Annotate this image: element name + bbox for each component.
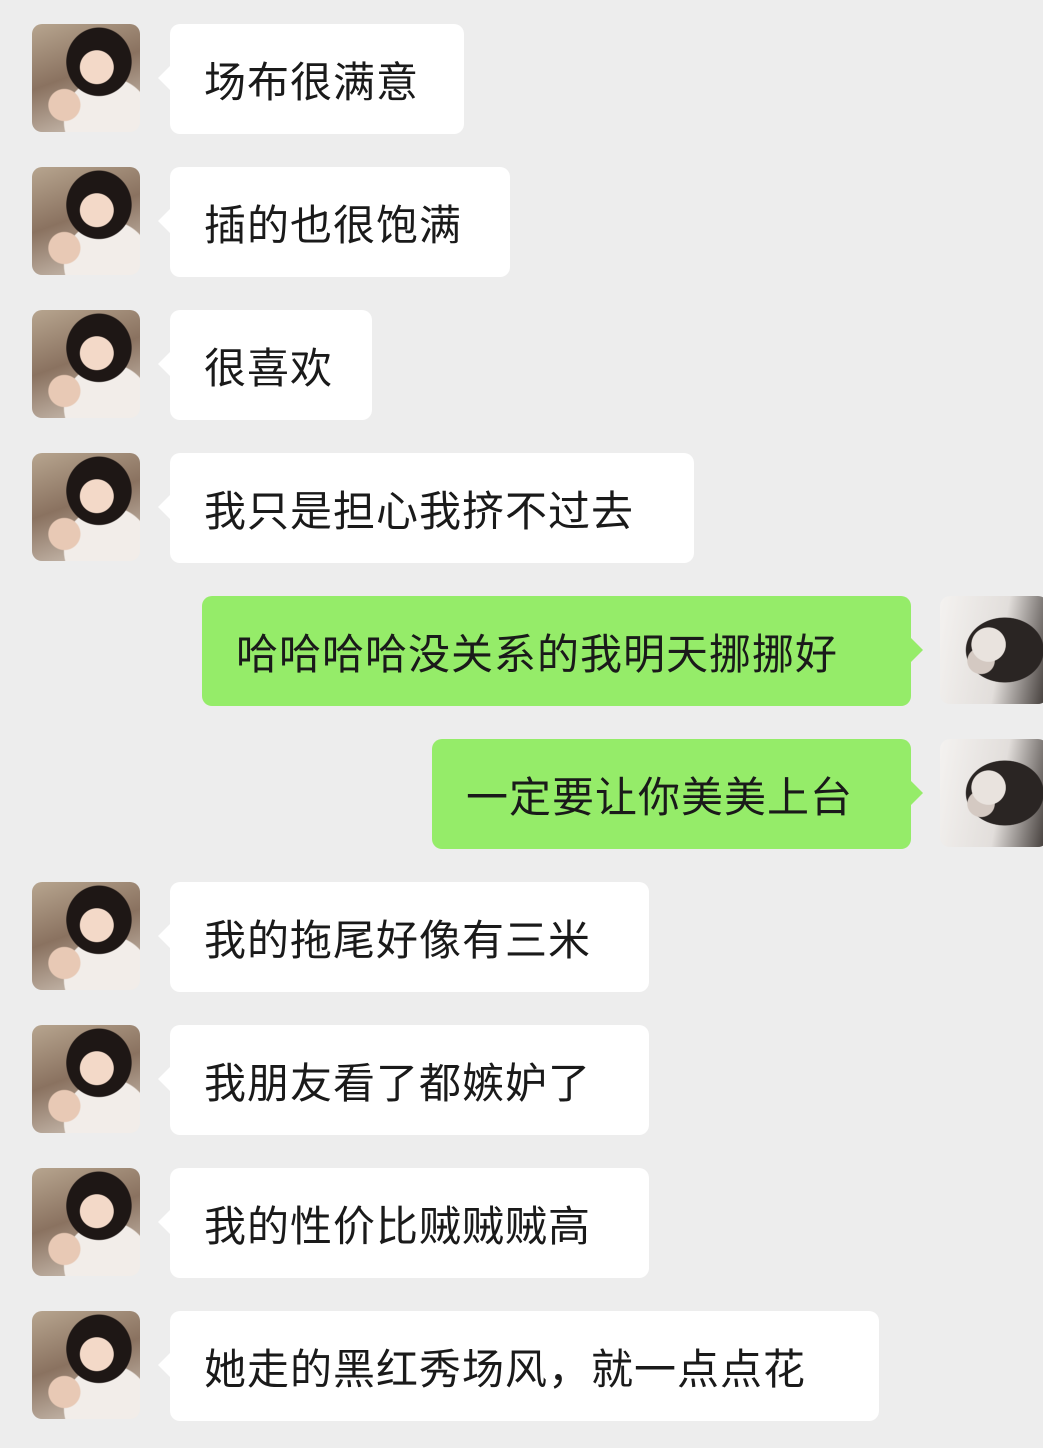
message-row: 我的拖尾好像有三米	[0, 882, 1043, 992]
message-row: 她走的黑红秀场风，就一点点花	[0, 1311, 1043, 1421]
message-row: 我的性价比贼贼贼高	[0, 1168, 1043, 1278]
my-avatar[interactable]	[940, 596, 1043, 704]
contact-avatar[interactable]	[32, 310, 140, 418]
message-bubble-incoming[interactable]: 我只是担心我挤不过去	[158, 453, 694, 563]
contact-avatar[interactable]	[32, 453, 140, 561]
contact-avatar[interactable]	[32, 167, 140, 275]
contact-avatar[interactable]	[32, 1168, 140, 1276]
message-bubble-incoming[interactable]: 她走的黑红秀场风，就一点点花	[158, 1311, 879, 1421]
message-row: 很喜欢	[0, 310, 1043, 420]
message-bubble-incoming[interactable]: 很喜欢	[158, 310, 372, 420]
message-bubble-incoming[interactable]: 插的也很饱满	[158, 167, 510, 277]
message-row: 我朋友看了都嫉妒了	[0, 1025, 1043, 1135]
message-bubble-outgoing[interactable]: 哈哈哈哈没关系的我明天挪挪好	[202, 596, 923, 706]
contact-avatar[interactable]	[32, 1025, 140, 1133]
contact-avatar[interactable]	[32, 882, 140, 990]
message-row: 场布很满意	[0, 24, 1043, 134]
message-bubble-incoming[interactable]: 我朋友看了都嫉妒了	[158, 1025, 649, 1135]
chat-message-list[interactable]: 场布很满意 插的也很饱满 很喜欢 我只是担心我挤不过去 哈哈哈哈没关系的我明天挪…	[0, 0, 1043, 1448]
my-avatar[interactable]	[940, 739, 1043, 847]
contact-avatar[interactable]	[32, 24, 140, 132]
message-row: 哈哈哈哈没关系的我明天挪挪好	[0, 596, 1043, 706]
message-bubble-incoming[interactable]: 场布很满意	[158, 24, 464, 134]
message-bubble-incoming[interactable]: 我的性价比贼贼贼高	[158, 1168, 649, 1278]
contact-avatar[interactable]	[32, 1311, 140, 1419]
message-row: 一定要让你美美上台	[0, 739, 1043, 849]
message-row: 插的也很饱满	[0, 167, 1043, 277]
message-bubble-outgoing[interactable]: 一定要让你美美上台	[432, 739, 923, 849]
message-bubble-incoming[interactable]: 我的拖尾好像有三米	[158, 882, 649, 992]
message-row: 我只是担心我挤不过去	[0, 453, 1043, 563]
